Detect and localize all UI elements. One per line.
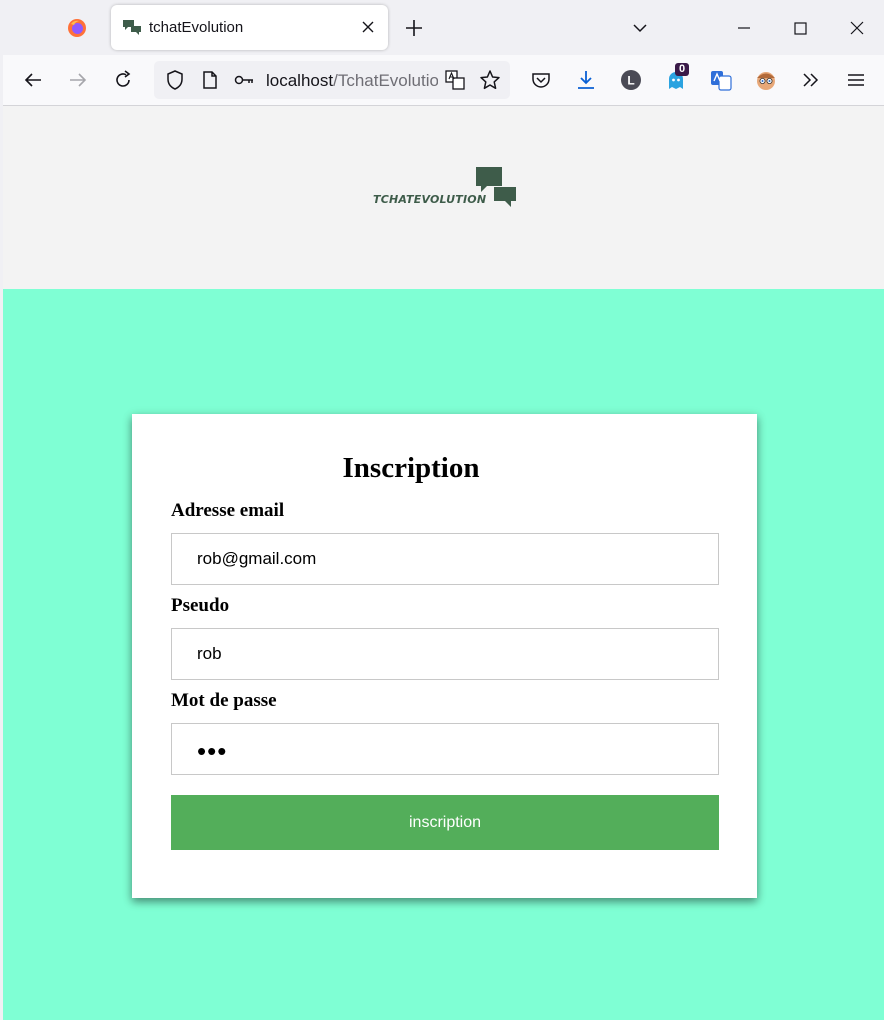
key-permissions-icon[interactable] xyxy=(233,69,255,91)
reload-icon[interactable] xyxy=(112,69,134,91)
translate-page-icon[interactable] xyxy=(444,69,466,91)
pseudo-label: Pseudo xyxy=(171,595,230,616)
list-all-tabs-chevron-icon[interactable] xyxy=(632,20,648,36)
translator-extension-icon[interactable] xyxy=(710,69,732,91)
new-tab-plus-icon[interactable] xyxy=(404,18,424,38)
svg-text:L: L xyxy=(627,74,634,88)
url-bar[interactable]: localhost/TchatEvolution xyxy=(154,61,510,99)
active-tab[interactable]: tchatEvolution xyxy=(111,5,388,50)
browser-tab-strip: tchatEvolution xyxy=(0,0,884,55)
site-logo-text: TCHATEVOLUTION xyxy=(373,193,487,206)
extension-badge: 0 xyxy=(675,63,690,76)
more-tools-chevrons-icon[interactable] xyxy=(800,69,822,91)
downloads-icon[interactable] xyxy=(575,69,597,91)
bookmark-star-icon[interactable] xyxy=(479,69,501,91)
chat-bubbles-logo-icon xyxy=(476,167,516,207)
chat-bubbles-favicon-icon xyxy=(123,20,141,35)
site-logo[interactable]: TCHATEVOLUTION xyxy=(373,165,523,213)
minimize-window-icon[interactable] xyxy=(732,16,756,40)
signup-card: Inscription Adresse email Pseudo Mot de … xyxy=(132,414,757,898)
site-header: TCHATEVOLUTION xyxy=(3,106,884,289)
form-title: Inscription xyxy=(342,452,480,484)
password-label: Mot de passe xyxy=(171,690,277,711)
pseudo-field[interactable] xyxy=(171,628,719,680)
face-extension-icon[interactable] xyxy=(755,69,777,91)
signup-submit-button[interactable]: inscription xyxy=(171,795,719,850)
tracking-protection-shield-icon[interactable] xyxy=(164,69,186,91)
pocket-icon[interactable] xyxy=(530,69,552,91)
email-label: Adresse email xyxy=(171,500,285,521)
hamburger-menu-icon[interactable] xyxy=(845,69,867,91)
maximize-window-icon[interactable] xyxy=(788,16,812,40)
password-field[interactable] xyxy=(171,723,719,775)
email-field[interactable] xyxy=(171,533,719,585)
close-window-icon[interactable] xyxy=(845,16,869,40)
page-content: TCHATEVOLUTION Inscription Adresse email… xyxy=(3,106,884,1020)
browser-nav-bar: localhost/TchatEvolution L 0 xyxy=(3,55,884,106)
close-tab-icon[interactable] xyxy=(360,19,376,35)
url-text[interactable]: localhost/TchatEvolution xyxy=(266,71,438,91)
page-info-icon[interactable] xyxy=(199,69,221,91)
firefox-icon[interactable] xyxy=(67,18,87,38)
account-avatar-icon[interactable]: L xyxy=(620,69,642,91)
tab-title: tchatEvolution xyxy=(149,19,244,36)
back-arrow-icon[interactable] xyxy=(22,69,44,91)
forward-arrow-icon[interactable] xyxy=(67,69,89,91)
